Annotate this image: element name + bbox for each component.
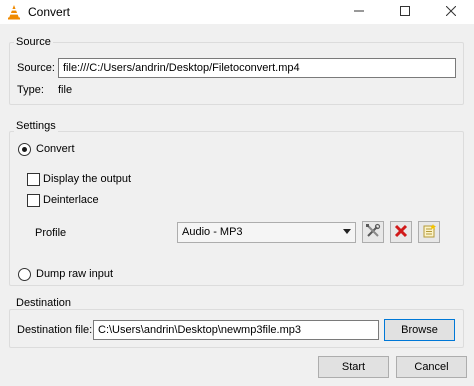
settings-group-label: Settings — [14, 120, 58, 132]
close-icon — [445, 5, 457, 19]
browse-button[interactable]: Browse — [384, 319, 455, 341]
radio-selected-dot — [22, 147, 27, 152]
profile-select[interactable]: Audio - MP3 — [177, 222, 356, 243]
chevron-down-icon — [343, 229, 351, 234]
dump-raw-radio[interactable] — [18, 268, 31, 281]
destination-file-field[interactable]: C:\Users\andrin\Desktop\newmp3file.mp3 — [93, 320, 379, 340]
deinterlace-checkbox[interactable] — [27, 194, 40, 207]
new-profile-button[interactable] — [418, 221, 440, 243]
convert-radio-label[interactable]: Convert — [36, 143, 75, 155]
convert-radio[interactable] — [18, 143, 31, 156]
new-profile-icon — [421, 223, 437, 242]
source-field[interactable]: file:///C:/Users/andrin/Desktop/Filetoco… — [58, 58, 456, 78]
source-label: Source: — [17, 62, 55, 74]
deinterlace-label[interactable]: Deinterlace — [43, 194, 99, 206]
edit-profile-button[interactable] — [362, 221, 384, 243]
tools-icon — [365, 223, 381, 242]
display-output-checkbox[interactable] — [27, 173, 40, 186]
source-group-label: Source — [14, 36, 53, 48]
start-button[interactable]: Start — [318, 356, 389, 378]
profile-selected-value: Audio - MP3 — [182, 226, 243, 238]
convert-dialog: Convert Source Source: file:///C:/Users/… — [0, 0, 474, 386]
type-label: Type: — [17, 84, 44, 96]
display-output-label[interactable]: Display the output — [43, 173, 131, 185]
delete-profile-button[interactable] — [390, 221, 412, 243]
cancel-button[interactable]: Cancel — [396, 356, 467, 378]
vlc-cone-icon — [6, 4, 22, 20]
minimize-icon — [354, 6, 364, 19]
profile-label: Profile — [35, 227, 67, 239]
destination-file-label: Destination file: — [17, 324, 93, 336]
destination-group-label: Destination — [14, 297, 74, 309]
maximize-button[interactable] — [382, 0, 428, 24]
minimize-button[interactable] — [336, 0, 382, 24]
title-bar: Convert — [0, 0, 474, 24]
window-title: Convert — [28, 5, 71, 19]
dump-raw-label[interactable]: Dump raw input — [36, 268, 113, 280]
settings-group — [9, 131, 464, 286]
type-value: file — [58, 84, 73, 96]
delete-icon — [394, 224, 408, 241]
close-button[interactable] — [428, 0, 474, 24]
maximize-icon — [400, 5, 410, 19]
